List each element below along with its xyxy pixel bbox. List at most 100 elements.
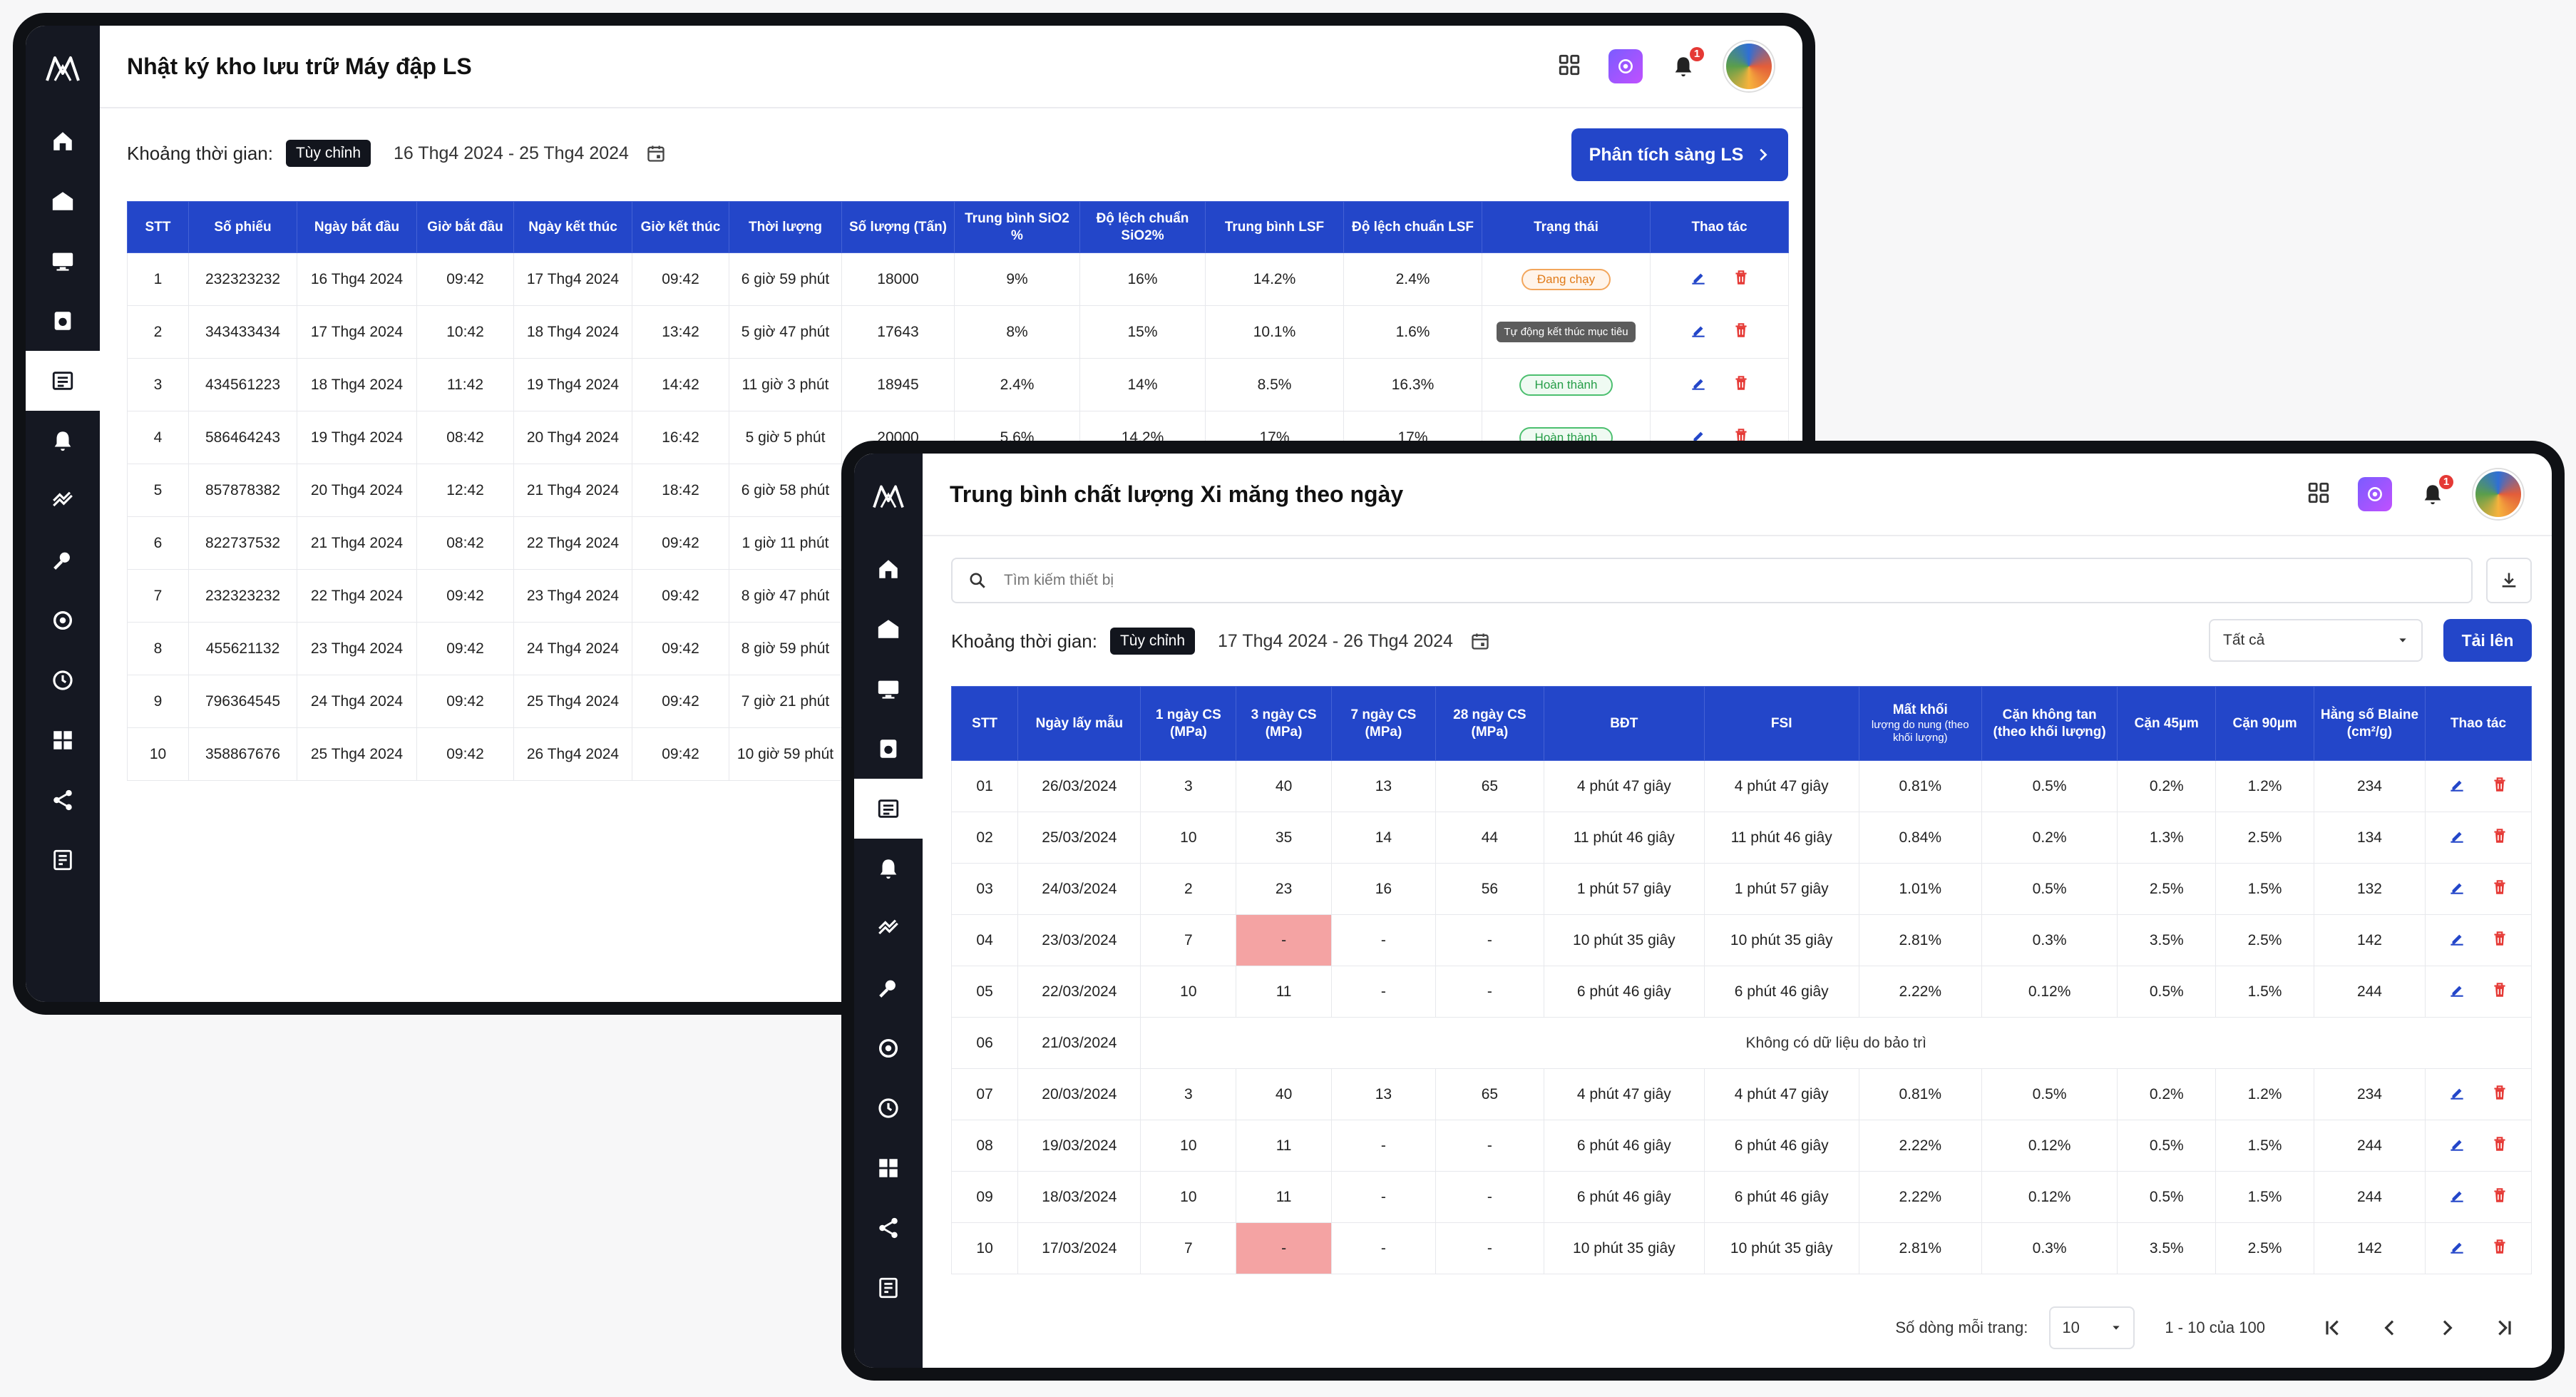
- table-row[interactable]: 3 434561223 18 Thg4 2024 11:42 19 Thg4 2024 1…: [127, 358, 1789, 411]
- table-row[interactable]: 01 26/03/2024 3 40 13 65 4 phút 47 giây 4 phút …: [950, 760, 2533, 812]
- table-row[interactable]: 09 18/03/2024 10 11- -6 phút 46 giây 6 phút 4…: [950, 1171, 2533, 1223]
- edit-icon[interactable]: [2448, 1186, 2466, 1209]
- edit-icon[interactable]: [1689, 374, 1708, 396]
- date-range-text[interactable]: 17 Thg4 2024 - 26 Thg4 2024: [1218, 631, 1453, 652]
- ai-assistant-icon[interactable]: [2358, 477, 2392, 511]
- table-cell: 07: [950, 1068, 1019, 1120]
- trend-icon[interactable]: [26, 471, 100, 531]
- table-row[interactable]: 2 343433434 17 Thg4 2024 10:42 18 Thg4 2024 1…: [127, 305, 1789, 359]
- table-row[interactable]: 02 25/03/2024 10 35 14 44 11 phút 46 giây 11 ph…: [950, 812, 2533, 864]
- edit-icon[interactable]: [2448, 827, 2466, 849]
- table-row[interactable]: 07 20/03/2024 3 40 13 65 4 phút 47 giây 4 phút …: [950, 1068, 2533, 1120]
- status-badge: Tự động kết thúc mục tiêu: [1497, 322, 1636, 342]
- tools-icon[interactable]: [854, 958, 923, 1018]
- delete-icon[interactable]: [2490, 1083, 2509, 1106]
- avatar[interactable]: [2473, 469, 2523, 519]
- share-icon[interactable]: [854, 1198, 923, 1258]
- ai-assistant-icon[interactable]: [1608, 49, 1643, 83]
- home-icon[interactable]: [854, 539, 923, 599]
- column-header: BĐT: [1543, 686, 1705, 761]
- avatar[interactable]: [1724, 41, 1774, 91]
- settings-icon[interactable]: [26, 590, 100, 650]
- delete-icon[interactable]: [2490, 775, 2509, 798]
- delete-icon[interactable]: [1732, 268, 1750, 291]
- table-row[interactable]: 1 232323232 16 Thg4 2024 09:42 17 Thg4 2024 0…: [127, 252, 1789, 306]
- first-page-button[interactable]: [2311, 1306, 2355, 1349]
- table-cell: -: [1435, 1120, 1544, 1172]
- edit-icon[interactable]: [2448, 1135, 2466, 1157]
- rows-per-page-select[interactable]: 10: [2049, 1306, 2135, 1349]
- delete-icon[interactable]: [2490, 827, 2509, 849]
- table-cell: -: [1435, 1222, 1544, 1274]
- device-icon[interactable]: [854, 719, 923, 779]
- dashboard-icon[interactable]: [26, 710, 100, 770]
- actions-cell: [1650, 358, 1789, 411]
- search-input[interactable]: [1002, 571, 2289, 590]
- prev-page-button[interactable]: [2368, 1306, 2412, 1349]
- log-icon[interactable]: [854, 779, 923, 839]
- calendar-icon[interactable]: [1470, 631, 1490, 651]
- dashboard-icon[interactable]: [854, 1138, 923, 1198]
- device-icon[interactable]: [26, 291, 100, 351]
- history-icon[interactable]: [26, 650, 100, 710]
- download-button[interactable]: [2486, 558, 2532, 603]
- next-page-button[interactable]: [2425, 1306, 2469, 1349]
- share-icon[interactable]: [26, 770, 100, 830]
- custom-range-chip[interactable]: Tùy chỉnh: [1109, 628, 1196, 655]
- table-row[interactable]: 05 22/03/2024 10 11- -6 phút 46 giây 6 phút 4…: [950, 966, 2533, 1018]
- notification-bell-icon[interactable]: 1: [1670, 47, 1704, 80]
- delete-icon[interactable]: [2490, 1237, 2509, 1260]
- monitor-icon[interactable]: [26, 231, 100, 291]
- edit-icon[interactable]: [2448, 981, 2466, 1003]
- settings-icon[interactable]: [854, 1018, 923, 1078]
- edit-icon[interactable]: [2448, 878, 2466, 901]
- trend-icon[interactable]: [854, 899, 923, 958]
- monitor-icon[interactable]: [854, 659, 923, 719]
- history-icon[interactable]: [854, 1078, 923, 1138]
- report-icon[interactable]: [26, 830, 100, 890]
- delete-icon[interactable]: [2490, 1135, 2509, 1157]
- table-cell: 10: [1140, 1171, 1237, 1223]
- log-icon[interactable]: [26, 351, 100, 411]
- table-row[interactable]: 08 19/03/2024 10 11- -6 phút 46 giây 6 phút 4…: [950, 1120, 2533, 1172]
- edit-icon[interactable]: [1689, 321, 1708, 344]
- delete-icon[interactable]: [2490, 981, 2509, 1003]
- upload-button[interactable]: Tải lên: [2443, 619, 2532, 662]
- edit-icon[interactable]: [1689, 268, 1708, 291]
- analyze-ls-button[interactable]: Phân tích sàng LS: [1571, 128, 1788, 181]
- edit-icon[interactable]: [2448, 1083, 2466, 1106]
- table-cell: 4 phút 47 giây: [1543, 1068, 1705, 1120]
- custom-range-chip[interactable]: Tùy chỉnh: [285, 140, 371, 167]
- calendar-icon[interactable]: [646, 143, 666, 163]
- date-range-text[interactable]: 16 Thg4 2024 - 25 Thg4 2024: [394, 143, 629, 164]
- home-icon[interactable]: [26, 111, 100, 171]
- report-icon[interactable]: [854, 1258, 923, 1318]
- status-select[interactable]: Tất cả: [2209, 619, 2423, 662]
- edit-icon[interactable]: [2448, 775, 2466, 798]
- edit-icon[interactable]: [2448, 929, 2466, 952]
- alert-icon[interactable]: [854, 839, 923, 899]
- last-page-button[interactable]: [2482, 1306, 2526, 1349]
- tools-icon[interactable]: [26, 531, 100, 590]
- table-row[interactable]: 03 24/03/2024 2 23 16 56 1 phút 57 giây 1 phút …: [950, 863, 2533, 915]
- apps-grid-icon[interactable]: [2306, 481, 2331, 508]
- apps-grid-icon[interactable]: [1557, 53, 1581, 81]
- delete-icon[interactable]: [1732, 321, 1750, 344]
- delete-icon[interactable]: [1732, 374, 1750, 396]
- table-row[interactable]: 06 21/03/2024 Không có dữ liệu do bảo trì: [950, 1017, 2532, 1069]
- delete-icon[interactable]: [2490, 878, 2509, 901]
- table-cell: 4 phút 47 giây: [1703, 1068, 1859, 1120]
- delete-icon[interactable]: [2490, 929, 2509, 952]
- factory-icon[interactable]: [26, 171, 100, 231]
- table-row[interactable]: 04 23/03/2024 7- - -10 phút 35 giây 10 phút 3…: [950, 914, 2533, 966]
- status-badge: Đang chạy: [1521, 268, 1611, 290]
- caret-down-icon: [2113, 1326, 2120, 1330]
- table-row[interactable]: 10 17/03/2024 7- - -10 phút 35 giây 10 phút 3…: [950, 1222, 2533, 1274]
- factory-icon[interactable]: [854, 599, 923, 659]
- edit-icon[interactable]: [2448, 1237, 2466, 1260]
- table-cell: 10:42: [416, 305, 514, 359]
- table-cell: 1 phút 57 giây: [1703, 863, 1859, 915]
- delete-icon[interactable]: [2490, 1186, 2509, 1209]
- alert-icon[interactable]: [26, 411, 100, 471]
- notification-bell-icon[interactable]: 1: [2419, 475, 2453, 508]
